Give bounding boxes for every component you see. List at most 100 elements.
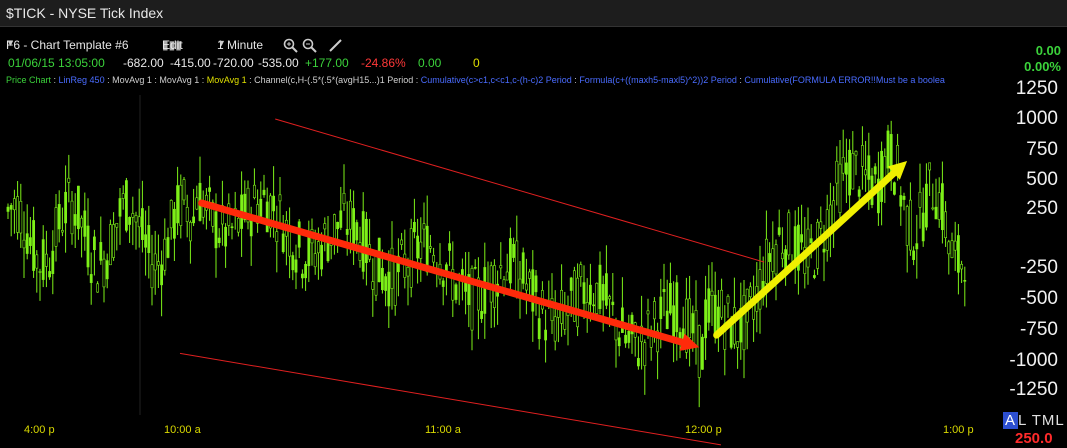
candle-body	[569, 277, 573, 291]
candle-body	[70, 200, 74, 235]
candle-body	[915, 243, 919, 250]
candle-body	[44, 253, 48, 267]
candle-body	[636, 358, 640, 367]
candle-body	[118, 198, 122, 217]
candle-body	[838, 163, 842, 213]
candle-body	[784, 249, 788, 270]
candle-body	[384, 276, 388, 291]
candle-body	[150, 264, 154, 289]
candle-body	[428, 246, 432, 249]
candle-body	[323, 223, 327, 230]
candle-body	[141, 208, 144, 240]
candle-body	[704, 299, 708, 339]
candle-body	[208, 187, 212, 192]
atml-letter-l[interactable]: L	[1018, 412, 1027, 429]
candle-body	[19, 201, 23, 234]
candle-body	[432, 255, 436, 263]
candle-body	[691, 313, 695, 334]
candle-body	[371, 281, 375, 290]
candle-body	[364, 218, 368, 264]
candle-body	[157, 261, 160, 266]
candle-body	[736, 341, 740, 348]
candle-body	[131, 213, 135, 218]
candle-body	[662, 289, 666, 293]
candle-body	[908, 199, 912, 251]
candle-body	[505, 271, 509, 281]
candle-body	[99, 242, 103, 261]
candle-body	[281, 233, 285, 253]
candle-body	[780, 252, 784, 260]
candle-body	[620, 307, 624, 333]
candle-body	[153, 253, 157, 271]
candle-body	[534, 275, 538, 293]
candle-body	[128, 217, 132, 225]
candle-body	[185, 206, 189, 222]
candle-body	[163, 238, 167, 271]
candle-body	[217, 237, 221, 243]
candle-body	[537, 318, 541, 340]
candle-body	[355, 222, 359, 241]
candle-body	[54, 207, 58, 247]
candle-body	[259, 198, 263, 217]
y-tick-label: -1000	[1009, 350, 1058, 371]
candle-body	[659, 296, 663, 319]
candle-body	[867, 155, 871, 180]
candle-body	[768, 253, 772, 262]
candle-body	[627, 330, 631, 343]
candle-body	[41, 239, 45, 280]
candle-body	[51, 250, 55, 274]
candle-body	[109, 224, 112, 266]
candle-body	[86, 225, 90, 268]
candle-body	[819, 221, 823, 229]
candle-body	[195, 197, 199, 210]
candle-body	[604, 273, 608, 306]
candle-body	[105, 260, 109, 280]
candle-body	[956, 235, 960, 273]
candle-body	[473, 267, 477, 269]
atml-letter-l2[interactable]: L	[1055, 412, 1064, 429]
candle-body	[390, 247, 394, 289]
candle-body	[726, 296, 730, 304]
candle-body	[934, 206, 938, 220]
candle-body	[688, 298, 692, 338]
candle-body	[617, 337, 621, 347]
candle-body	[905, 206, 909, 246]
candle-body	[83, 210, 87, 237]
candle-body	[886, 130, 890, 169]
candle-body	[601, 284, 605, 301]
candle-body	[873, 166, 877, 175]
candle-body	[272, 195, 276, 212]
candle-body	[940, 183, 944, 231]
candle-body	[275, 231, 279, 242]
candle-body	[944, 211, 948, 239]
candle-body	[230, 226, 234, 229]
candle-body	[35, 254, 39, 269]
candle-body	[77, 185, 80, 230]
candle-body	[265, 201, 269, 233]
tick-chart[interactable]	[0, 0, 1067, 448]
candle-body	[652, 301, 656, 320]
candle-body	[121, 193, 125, 199]
candle-body	[387, 271, 391, 307]
candle-body	[80, 217, 84, 228]
candle-body	[675, 282, 679, 333]
candle-body	[102, 258, 106, 288]
candle-body	[278, 194, 282, 202]
candle-body	[342, 192, 346, 205]
atml-letter-t[interactable]: T	[1032, 412, 1042, 429]
atml-letter-m[interactable]: M	[1042, 412, 1056, 429]
candle-body	[291, 255, 295, 271]
y-tick-label: -250	[1019, 257, 1058, 278]
candle-body	[137, 216, 141, 228]
candle-body	[48, 271, 52, 278]
candle-body	[307, 234, 311, 267]
candle-body	[822, 248, 826, 253]
candle-body	[950, 240, 954, 258]
candle-body	[454, 284, 458, 300]
candle-body	[582, 282, 586, 304]
candle-body	[713, 294, 717, 337]
y-tick-label: 1250	[1015, 78, 1058, 99]
atml-letter-a[interactable]: A	[1003, 412, 1019, 429]
candle-body	[173, 208, 176, 239]
candle-body	[339, 210, 343, 228]
